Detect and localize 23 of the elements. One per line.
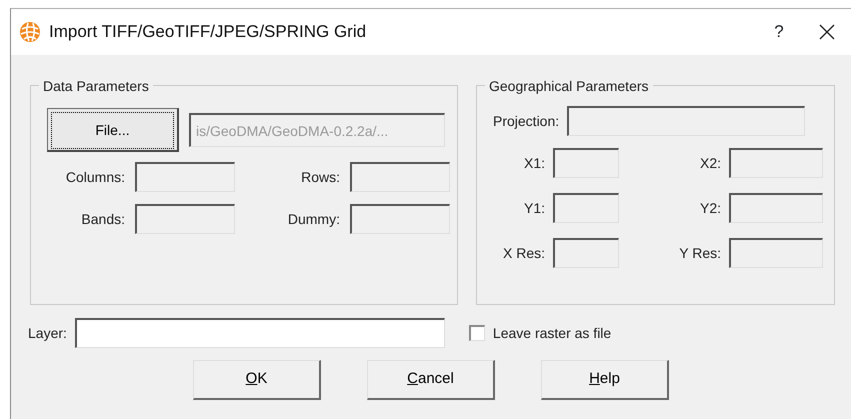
help-button[interactable]: ? bbox=[759, 19, 799, 45]
globe-icon bbox=[19, 21, 41, 43]
field-label: Rows: bbox=[300, 168, 340, 186]
field-label: X2: bbox=[698, 154, 721, 172]
field-label: Layer: bbox=[28, 324, 67, 343]
field-label: Y Res: bbox=[678, 244, 721, 262]
close-icon[interactable] bbox=[819, 24, 835, 40]
field-label: Columns: bbox=[64, 168, 125, 186]
file-button[interactable]: File... bbox=[47, 108, 179, 152]
field-label: Bands: bbox=[80, 210, 125, 228]
field-label: Dummy: bbox=[286, 210, 340, 229]
field-label: X Res: bbox=[502, 244, 545, 262]
field-label: X1: bbox=[522, 154, 545, 172]
dialog-button[interactable]: Cancel bbox=[367, 360, 495, 400]
dialog-button[interactable]: OK bbox=[193, 360, 321, 400]
checkbox-label: Leave raster as file bbox=[492, 324, 612, 342]
checkbox[interactable] bbox=[468, 325, 485, 341]
field-label: Y1: bbox=[522, 198, 545, 218]
dialog-button[interactable]: Help bbox=[541, 360, 669, 400]
field-label: Y2: bbox=[698, 198, 721, 218]
window-title: Import TIFF/GeoTIFF/JPEG/SPRING Grid bbox=[49, 21, 368, 44]
layer-field[interactable] bbox=[74, 318, 445, 348]
field-label: Projection: bbox=[493, 112, 560, 131]
